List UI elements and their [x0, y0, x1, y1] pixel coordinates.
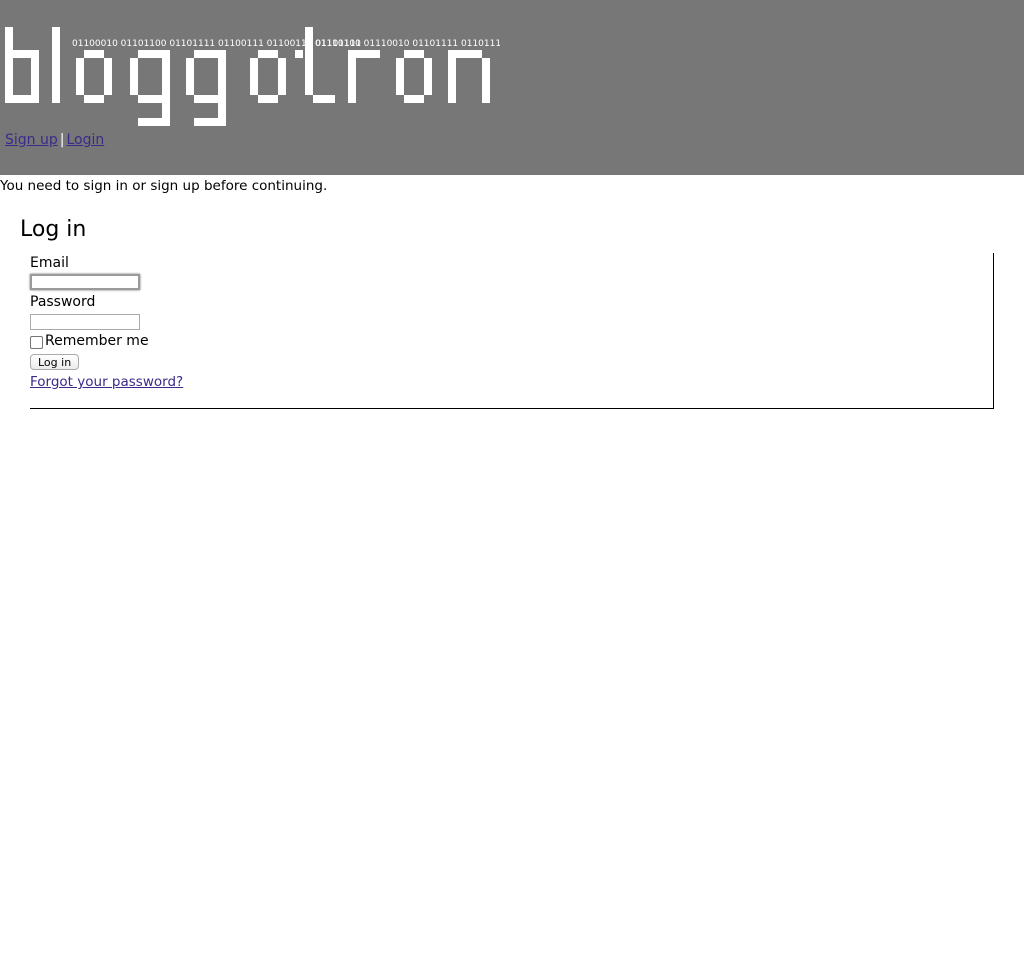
password-field[interactable] — [30, 314, 140, 330]
email-field[interactable] — [30, 274, 140, 290]
page-title: Log in — [20, 217, 87, 242]
remember-me-label[interactable]: Remember me — [45, 332, 149, 350]
remember-me-checkbox[interactable] — [30, 336, 43, 349]
email-label: Email — [30, 255, 69, 271]
password-label: Password — [30, 294, 96, 310]
login-submit-button[interactable]: Log in — [30, 354, 80, 370]
forgot-password-link[interactable]: Forgot your password? — [30, 373, 183, 391]
login-form: Email Password Remember me Log in Forgot… — [30, 253, 994, 409]
site-logo[interactable]: 01100010 01101100 01101111 01100111 0110… — [0, 0, 500, 130]
header-nav: Sign up | Login — [5, 131, 104, 149]
nav-separator: | — [59, 132, 65, 148]
binary-tagline-2: 01110100 01110010 01101111 01101110 — [315, 39, 500, 49]
login-link[interactable]: Login — [66, 132, 104, 148]
logo-pixel-art: 01100010 01101100 01101111 01100111 0110… — [5, 27, 500, 126]
site-header: 01100010 01101100 01101111 01100111 0110… — [0, 0, 1024, 175]
flash-message: You need to sign in or sign up before co… — [0, 178, 328, 194]
signup-link[interactable]: Sign up — [5, 132, 58, 148]
